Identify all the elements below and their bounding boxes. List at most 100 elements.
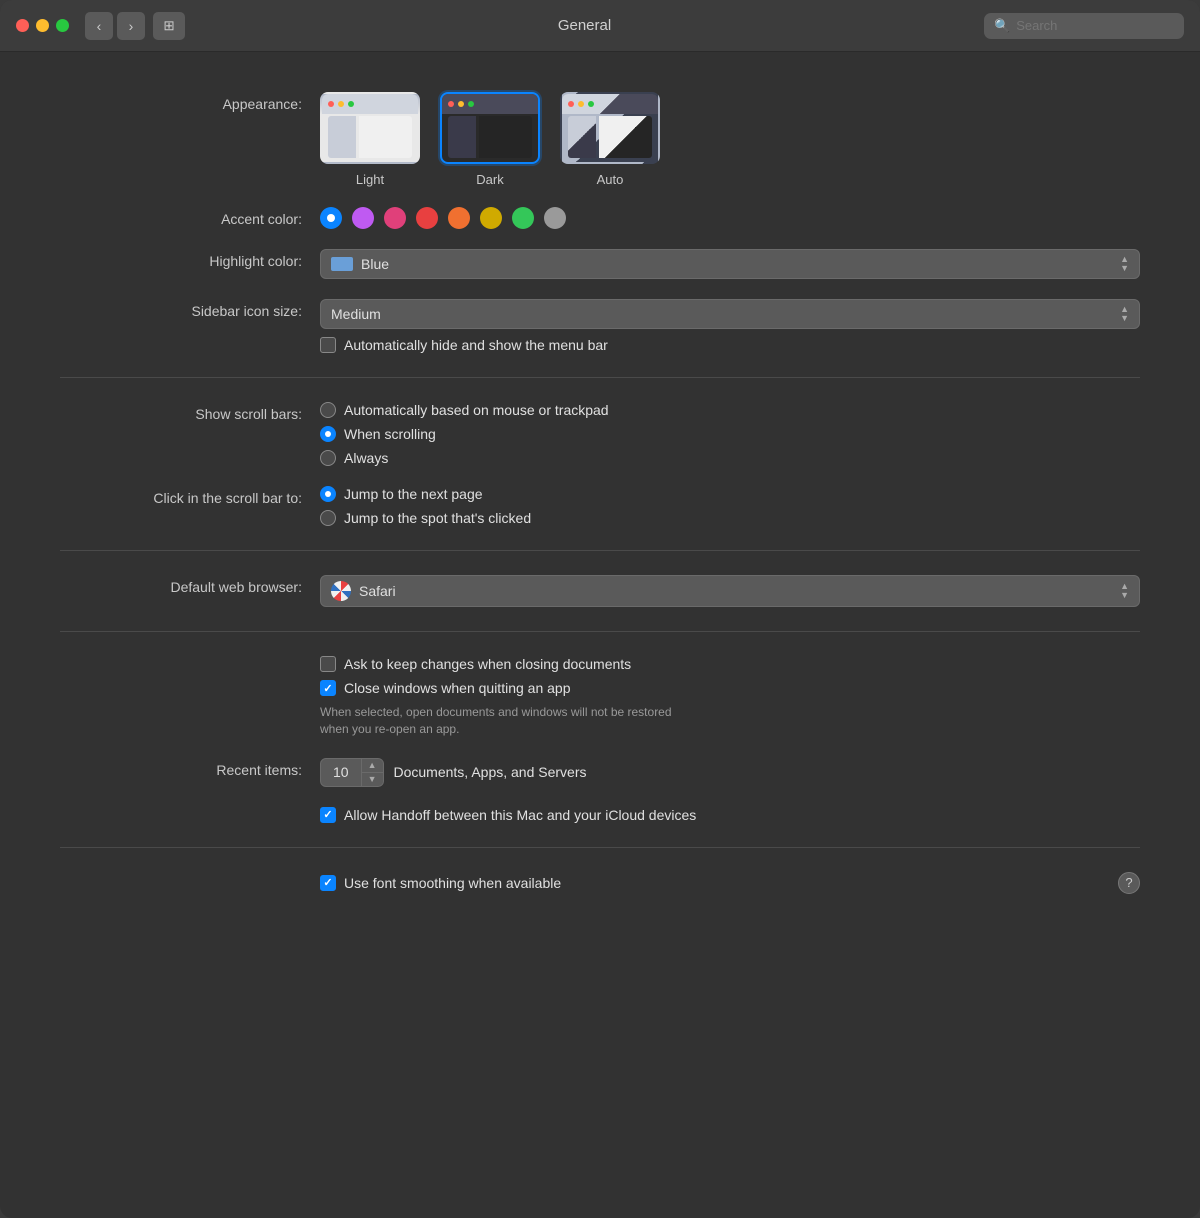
sidebar-icon-size-arrows: ▲ ▼ [1120, 305, 1129, 323]
scroll-bars-when-scrolling-radio[interactable] [320, 426, 336, 442]
default-web-browser-value: Safari [359, 583, 1112, 599]
highlight-color-dropdown[interactable]: Blue ▲ ▼ [320, 249, 1140, 279]
recent-items-control: 10 ▲ ▼ Documents, Apps, and Servers [320, 758, 1140, 787]
font-smoothing-checkbox[interactable] [320, 875, 336, 891]
scroll-bars-always-label: Always [344, 450, 388, 466]
appearance-dark[interactable]: Dark [440, 92, 540, 187]
scroll-bars-when-scrolling-row[interactable]: When scrolling [320, 426, 1140, 442]
highlight-color-swatch [331, 257, 353, 271]
dot-green-dark [468, 101, 474, 107]
font-smoothing-control: Use font smoothing when available ? [320, 872, 1140, 894]
default-web-browser-row: Default web browser: Safari ▲ ▼ [60, 565, 1140, 617]
documents-label [60, 656, 320, 660]
handoff-checkbox[interactable] [320, 807, 336, 823]
minimize-button[interactable] [36, 19, 49, 32]
menu-bar-checkbox-row[interactable]: Automatically hide and show the menu bar [320, 337, 1140, 353]
content: Appearance: [0, 52, 1200, 944]
click-spot-row[interactable]: Jump to the spot that's clicked [320, 510, 1140, 526]
accent-orange[interactable] [448, 207, 470, 229]
close-button[interactable] [16, 19, 29, 32]
scroll-bars-auto-row[interactable]: Automatically based on mouse or trackpad [320, 402, 1140, 418]
appearance-auto-label: Auto [597, 172, 624, 187]
scroll-bars-auto-label: Automatically based on mouse or trackpad [344, 402, 609, 418]
forward-button[interactable]: › [117, 12, 145, 40]
accent-yellow[interactable] [480, 207, 502, 229]
dot-red-dark [448, 101, 454, 107]
highlight-color-row: Highlight color: Blue ▲ ▼ [60, 239, 1140, 289]
accent-blue[interactable] [320, 207, 342, 229]
accent-graphite[interactable] [544, 207, 566, 229]
thumb-inner-light [328, 116, 412, 158]
accent-green[interactable] [512, 207, 534, 229]
dot-green-auto [588, 101, 594, 107]
traffic-lights [16, 19, 69, 32]
search-icon: 🔍 [994, 18, 1010, 34]
close-windows-helper: When selected, open documents and window… [320, 704, 880, 738]
font-smoothing-row: Use font smoothing when available ? [60, 862, 1140, 904]
click-spot-radio[interactable] [320, 510, 336, 526]
search-bar: 🔍 [984, 13, 1184, 39]
divider-1 [60, 377, 1140, 378]
default-web-browser-label: Default web browser: [60, 575, 320, 595]
stepper-up-button[interactable]: ▲ [362, 759, 383, 773]
font-smoothing-checkbox-row[interactable]: Use font smoothing when available [320, 875, 1118, 891]
accent-pink[interactable] [384, 207, 406, 229]
sidebar-icon-size-row: Sidebar icon size: Medium ▲ ▼ Automatica… [60, 289, 1140, 363]
stepper-down-button[interactable]: ▼ [362, 773, 383, 786]
appearance-thumb-light [320, 92, 420, 164]
click-next-page-radio[interactable] [320, 486, 336, 502]
appearance-dark-label: Dark [476, 172, 503, 187]
handoff-control: Allow Handoff between this Mac and your … [320, 807, 1140, 823]
menu-bar-checkbox[interactable] [320, 337, 336, 353]
highlight-color-control: Blue ▲ ▼ [320, 249, 1140, 279]
grid-icon: ⊞ [163, 18, 174, 34]
appearance-thumb-dark [440, 92, 540, 164]
maximize-button[interactable] [56, 19, 69, 32]
default-web-browser-dropdown[interactable]: Safari ▲ ▼ [320, 575, 1140, 607]
handoff-checkbox-row[interactable]: Allow Handoff between this Mac and your … [320, 807, 1140, 823]
thumb-titlebar-auto [562, 94, 658, 114]
sidebar-icon-size-value: Medium [331, 306, 1112, 322]
scroll-bars-auto-radio[interactable] [320, 402, 336, 418]
accent-red[interactable] [416, 207, 438, 229]
scroll-bars-always-radio[interactable] [320, 450, 336, 466]
font-smoothing-label [60, 881, 320, 885]
accent-purple[interactable] [352, 207, 374, 229]
thumb-main-dark [479, 116, 532, 158]
nav-buttons: ‹ › [85, 12, 145, 40]
dot-yellow-dark [458, 101, 464, 107]
documents-control: Ask to keep changes when closing documen… [320, 656, 1140, 738]
scroll-bars-always-row[interactable]: Always [320, 450, 1140, 466]
thumb-titlebar-light [322, 94, 418, 114]
help-button[interactable]: ? [1118, 872, 1140, 894]
search-input[interactable] [1016, 18, 1174, 33]
ask-keep-changes-checkbox[interactable] [320, 656, 336, 672]
back-button[interactable]: ‹ [85, 12, 113, 40]
sidebar-icon-size-dropdown[interactable]: Medium ▲ ▼ [320, 299, 1140, 329]
appearance-light[interactable]: Light [320, 92, 420, 187]
thumb-main-auto [599, 116, 652, 158]
thumb-main-light [359, 116, 412, 158]
close-windows-label: Close windows when quitting an app [344, 680, 570, 696]
click-scroll-bar-row: Click in the scroll bar to: Jump to the … [60, 476, 1140, 536]
appearance-row: Appearance: [60, 82, 1140, 197]
click-next-page-label: Jump to the next page [344, 486, 483, 502]
close-windows-checkbox[interactable] [320, 680, 336, 696]
appearance-auto[interactable]: Auto [560, 92, 660, 187]
close-windows-helper-text: When selected, open documents and window… [320, 705, 672, 736]
ask-keep-changes-row[interactable]: Ask to keep changes when closing documen… [320, 656, 1140, 672]
appearance-light-label: Light [356, 172, 384, 187]
accent-color-row: Accent color: [60, 197, 1140, 239]
appearance-options: Light [320, 92, 1140, 187]
close-windows-row[interactable]: Close windows when quitting an app [320, 680, 1140, 696]
divider-3 [60, 631, 1140, 632]
recent-items-suffix: Documents, Apps, and Servers [394, 764, 587, 780]
thumb-inner-dark [448, 116, 532, 158]
accent-color-control [320, 207, 1140, 229]
highlight-color-value: Blue [361, 256, 1112, 272]
recent-items-stepper[interactable]: 10 ▲ ▼ [320, 758, 384, 787]
accent-color-label: Accent color: [60, 207, 320, 227]
grid-button[interactable]: ⊞ [153, 12, 185, 40]
click-next-page-row[interactable]: Jump to the next page [320, 486, 1140, 502]
documents-row: Ask to keep changes when closing documen… [60, 646, 1140, 748]
